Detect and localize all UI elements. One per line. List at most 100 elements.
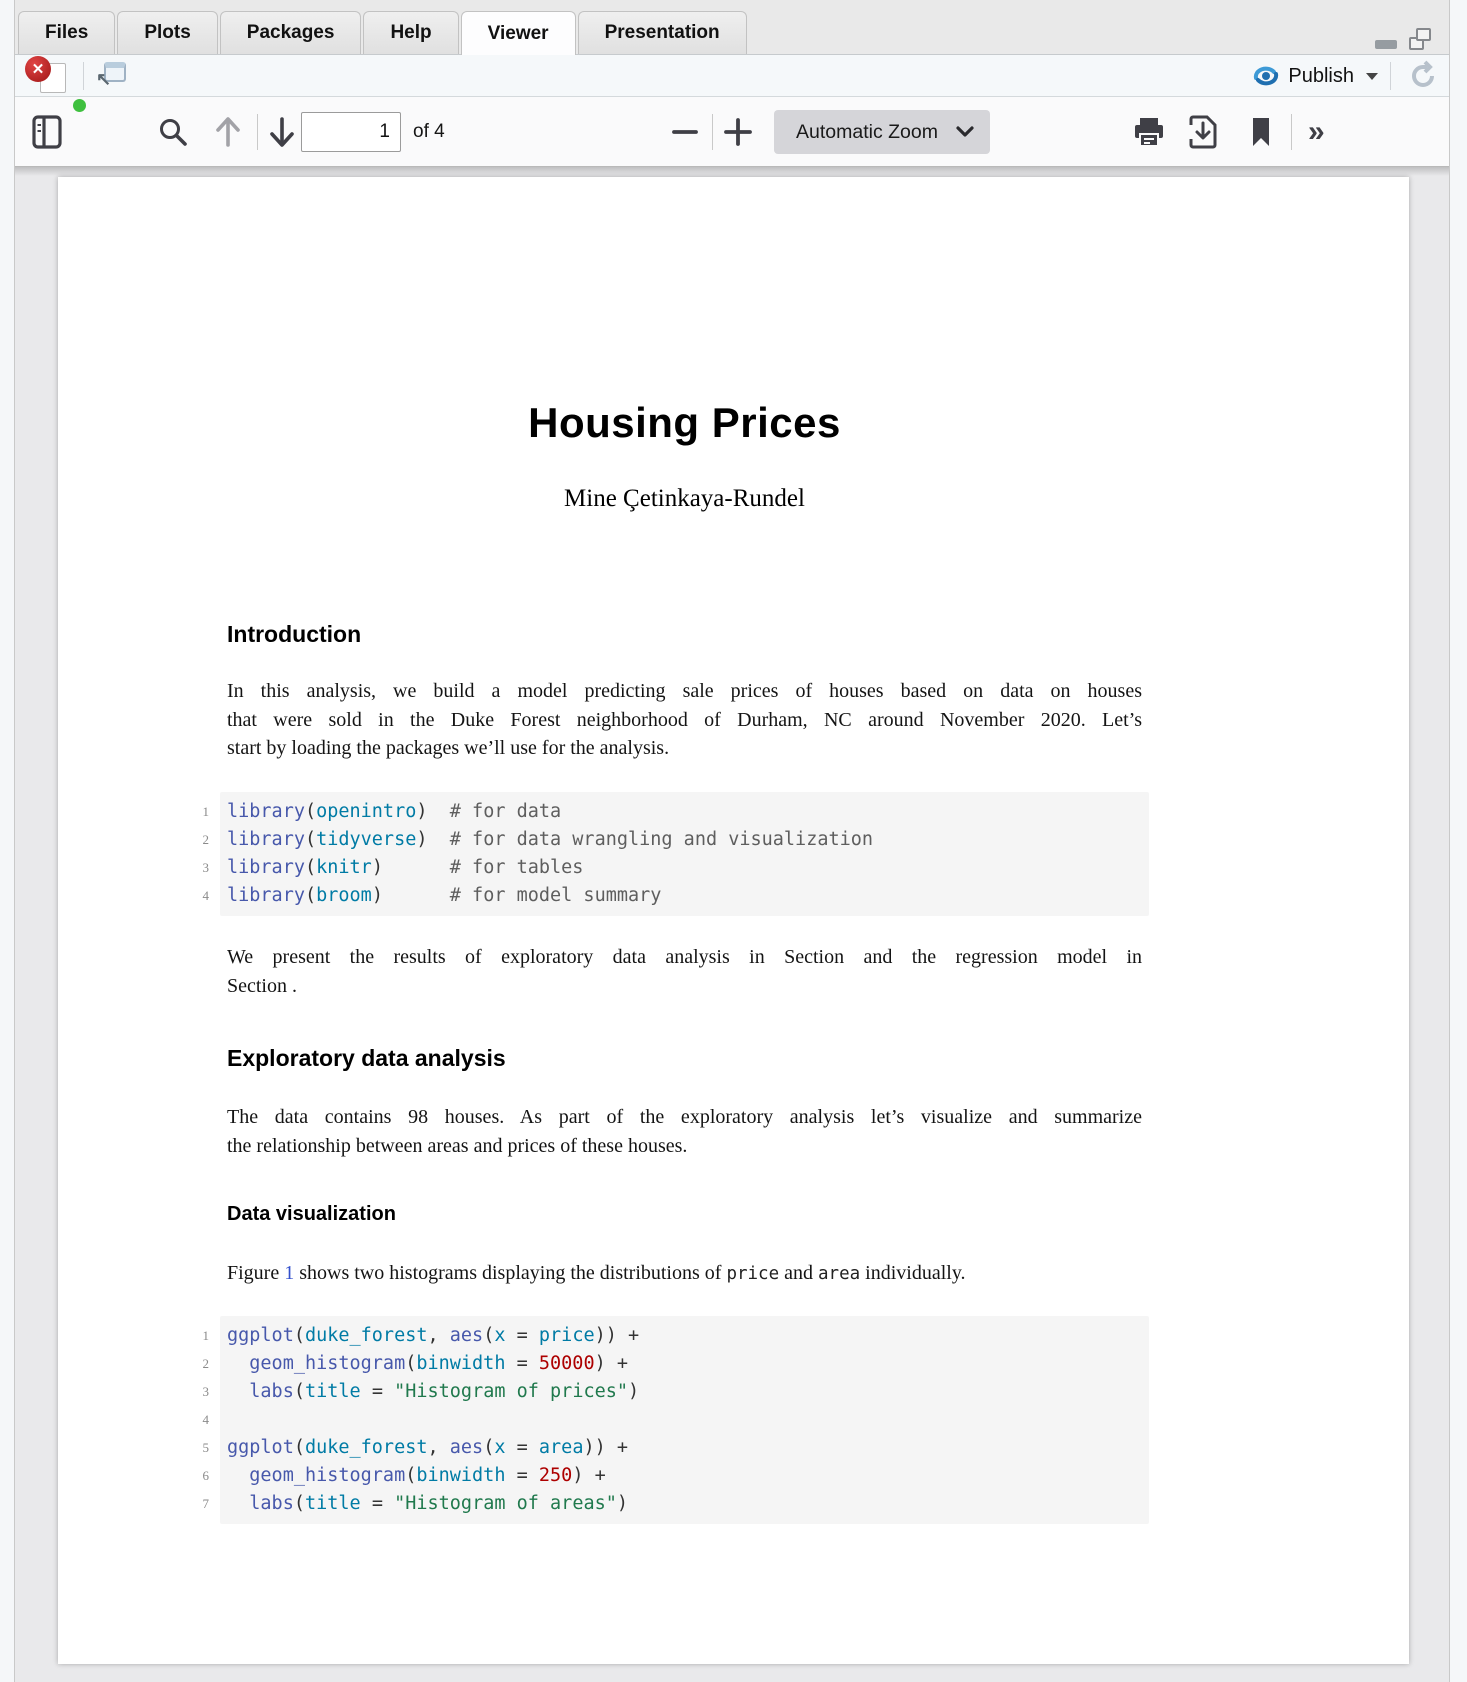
code-line: 5ggplot(duke_forest, aes(x = area)) +	[227, 1434, 1149, 1462]
section-heading: Exploratory data analysis	[227, 1045, 1142, 1072]
code-line: 1ggplot(duke_forest, aes(x = price)) +	[227, 1322, 1149, 1350]
find-button[interactable]	[157, 97, 189, 167]
text-segment: In this analysis, we build a model predi…	[227, 680, 1142, 702]
tab-help[interactable]: Help	[363, 11, 458, 54]
print-button[interactable]	[1132, 97, 1166, 167]
paragraph-line: Section .	[227, 972, 1142, 1001]
section-heading: Introduction	[227, 621, 1142, 648]
separator	[712, 114, 713, 150]
publish-label: Publish	[1288, 65, 1354, 88]
zoom-out-button[interactable]	[671, 97, 699, 167]
document-author: Mine Çetinkaya-Rundel	[227, 485, 1142, 513]
download-icon	[1187, 115, 1219, 149]
tab-bar: Files Plots Packages Help Viewer Present…	[15, 0, 1449, 55]
more-tools-button[interactable]: »	[1308, 97, 1325, 167]
text-segment: The data contains 98 houses. As part of …	[227, 1106, 1142, 1128]
separator	[1390, 62, 1391, 90]
zoom-in-button[interactable]	[723, 97, 753, 167]
line-number: 4	[169, 1406, 209, 1434]
sidebar-indicator-dot	[71, 97, 88, 114]
line-number: 7	[169, 1490, 209, 1518]
separator	[1291, 114, 1292, 150]
line-number: 3	[169, 854, 209, 882]
line-number: 2	[169, 1350, 209, 1378]
print-icon	[1132, 116, 1166, 148]
clear-viewer-button[interactable]: ✕	[25, 58, 71, 94]
subsection-heading: Data visualization	[227, 1203, 1142, 1226]
tab-files[interactable]: Files	[18, 11, 115, 54]
pdf-toolbar: of 4 Automatic Zoom	[15, 97, 1449, 167]
code-line: 2 geom_histogram(binwidth = 50000) +	[227, 1350, 1149, 1378]
line-number: 1	[169, 1322, 209, 1350]
arrow-down-icon	[267, 115, 297, 149]
publish-button[interactable]: Publish	[1252, 64, 1378, 88]
line-number: 1	[169, 798, 209, 826]
text-segment: and	[779, 1262, 818, 1284]
plus-icon	[723, 117, 753, 147]
code-block: 1ggplot(duke_forest, aes(x = price)) +2 …	[220, 1316, 1149, 1524]
line-number: 4	[169, 882, 209, 910]
next-page-button[interactable]	[267, 97, 297, 167]
zoom-level-select[interactable]: Automatic Zoom	[774, 110, 990, 154]
tab-plots[interactable]: Plots	[117, 11, 217, 54]
paragraph-line: Figure 1 shows two histograms displaying…	[227, 1259, 1142, 1289]
current-view-button[interactable]	[1249, 97, 1273, 167]
publish-icon	[1252, 64, 1280, 88]
viewer-toolbar: ✕ ↖ Publish	[15, 55, 1449, 97]
paragraph-line: that were sold in the Duke Forest neighb…	[227, 706, 1142, 735]
text-segment: Section .	[227, 975, 297, 997]
toggle-sidebar-button[interactable]	[31, 97, 65, 167]
minus-icon	[671, 118, 699, 146]
code-line: 3 labs(title = "Histogram of prices")	[227, 1378, 1149, 1406]
text-segment: individually.	[860, 1262, 965, 1284]
pane-controls	[1375, 28, 1431, 50]
code-line: 4	[227, 1406, 1149, 1434]
bookmark-icon	[1249, 116, 1273, 148]
save-button[interactable]	[1187, 97, 1219, 167]
separator	[83, 62, 84, 90]
inline-code: area	[818, 1264, 860, 1284]
code-line: 7 labs(title = "Histogram of areas")	[227, 1490, 1149, 1518]
text-segment: We present the results of exploratory da…	[227, 946, 1142, 968]
publish-dropdown-caret[interactable]	[1366, 73, 1378, 80]
figure-reference-link[interactable]: 1	[284, 1262, 294, 1284]
viewer-pane: Files Plots Packages Help Viewer Present…	[14, 0, 1450, 1682]
open-in-new-window-button[interactable]: ↖	[96, 62, 126, 90]
refresh-icon[interactable]	[1407, 60, 1439, 92]
clear-x-icon: ✕	[25, 56, 51, 82]
text-segment: start by loading the packages we’ll use …	[227, 737, 669, 759]
pdf-viewer-area[interactable]: Housing Prices Mine Çetinkaya-Rundel Int…	[15, 167, 1449, 1682]
tab-presentation[interactable]: Presentation	[578, 11, 747, 54]
code-block: 1library(openintro) # for data2library(t…	[220, 792, 1149, 916]
arrow-icon: ↖	[96, 69, 111, 90]
paragraph-line: In this analysis, we build a model predi…	[227, 677, 1142, 706]
paragraph-line: the relationship between areas and price…	[227, 1132, 1142, 1161]
sidebar-icon	[31, 113, 65, 151]
paragraph-line: The data contains 98 houses. As part of …	[227, 1103, 1142, 1132]
paragraph: Figure 1 shows two histograms displaying…	[227, 1259, 1142, 1289]
pdf-page: Housing Prices Mine Çetinkaya-Rundel Int…	[58, 177, 1409, 1664]
page-number-input[interactable]	[301, 112, 401, 152]
code-line: 1library(openintro) # for data	[227, 798, 1149, 826]
double-chevron-icon: »	[1308, 117, 1325, 147]
chevron-down-icon	[956, 126, 974, 138]
line-number: 5	[169, 1434, 209, 1462]
text-segment: the relationship between areas and price…	[227, 1135, 687, 1157]
paragraph-line: start by loading the packages we’ll use …	[227, 734, 1142, 763]
maximize-pane-icon[interactable]	[1409, 28, 1431, 50]
line-number: 3	[169, 1378, 209, 1406]
page-count-label: of 4	[413, 97, 445, 167]
minimize-pane-icon[interactable]	[1375, 40, 1397, 49]
text-segment: that were sold in the Duke Forest neighb…	[227, 709, 1142, 731]
paragraph-line: We present the results of exploratory da…	[227, 943, 1142, 972]
arrow-up-icon	[213, 115, 243, 149]
previous-page-button[interactable]	[213, 97, 243, 167]
line-number: 2	[169, 826, 209, 854]
tab-packages[interactable]: Packages	[220, 11, 362, 54]
document-title: Housing Prices	[227, 399, 1142, 447]
code-line: 6 geom_histogram(binwidth = 250) +	[227, 1462, 1149, 1490]
tab-viewer[interactable]: Viewer	[461, 11, 576, 55]
code-line: 3library(knitr) # for tables	[227, 854, 1149, 882]
paragraph: The data contains 98 houses. As part of …	[227, 1103, 1142, 1160]
code-line: 4library(broom) # for model summary	[227, 882, 1149, 910]
